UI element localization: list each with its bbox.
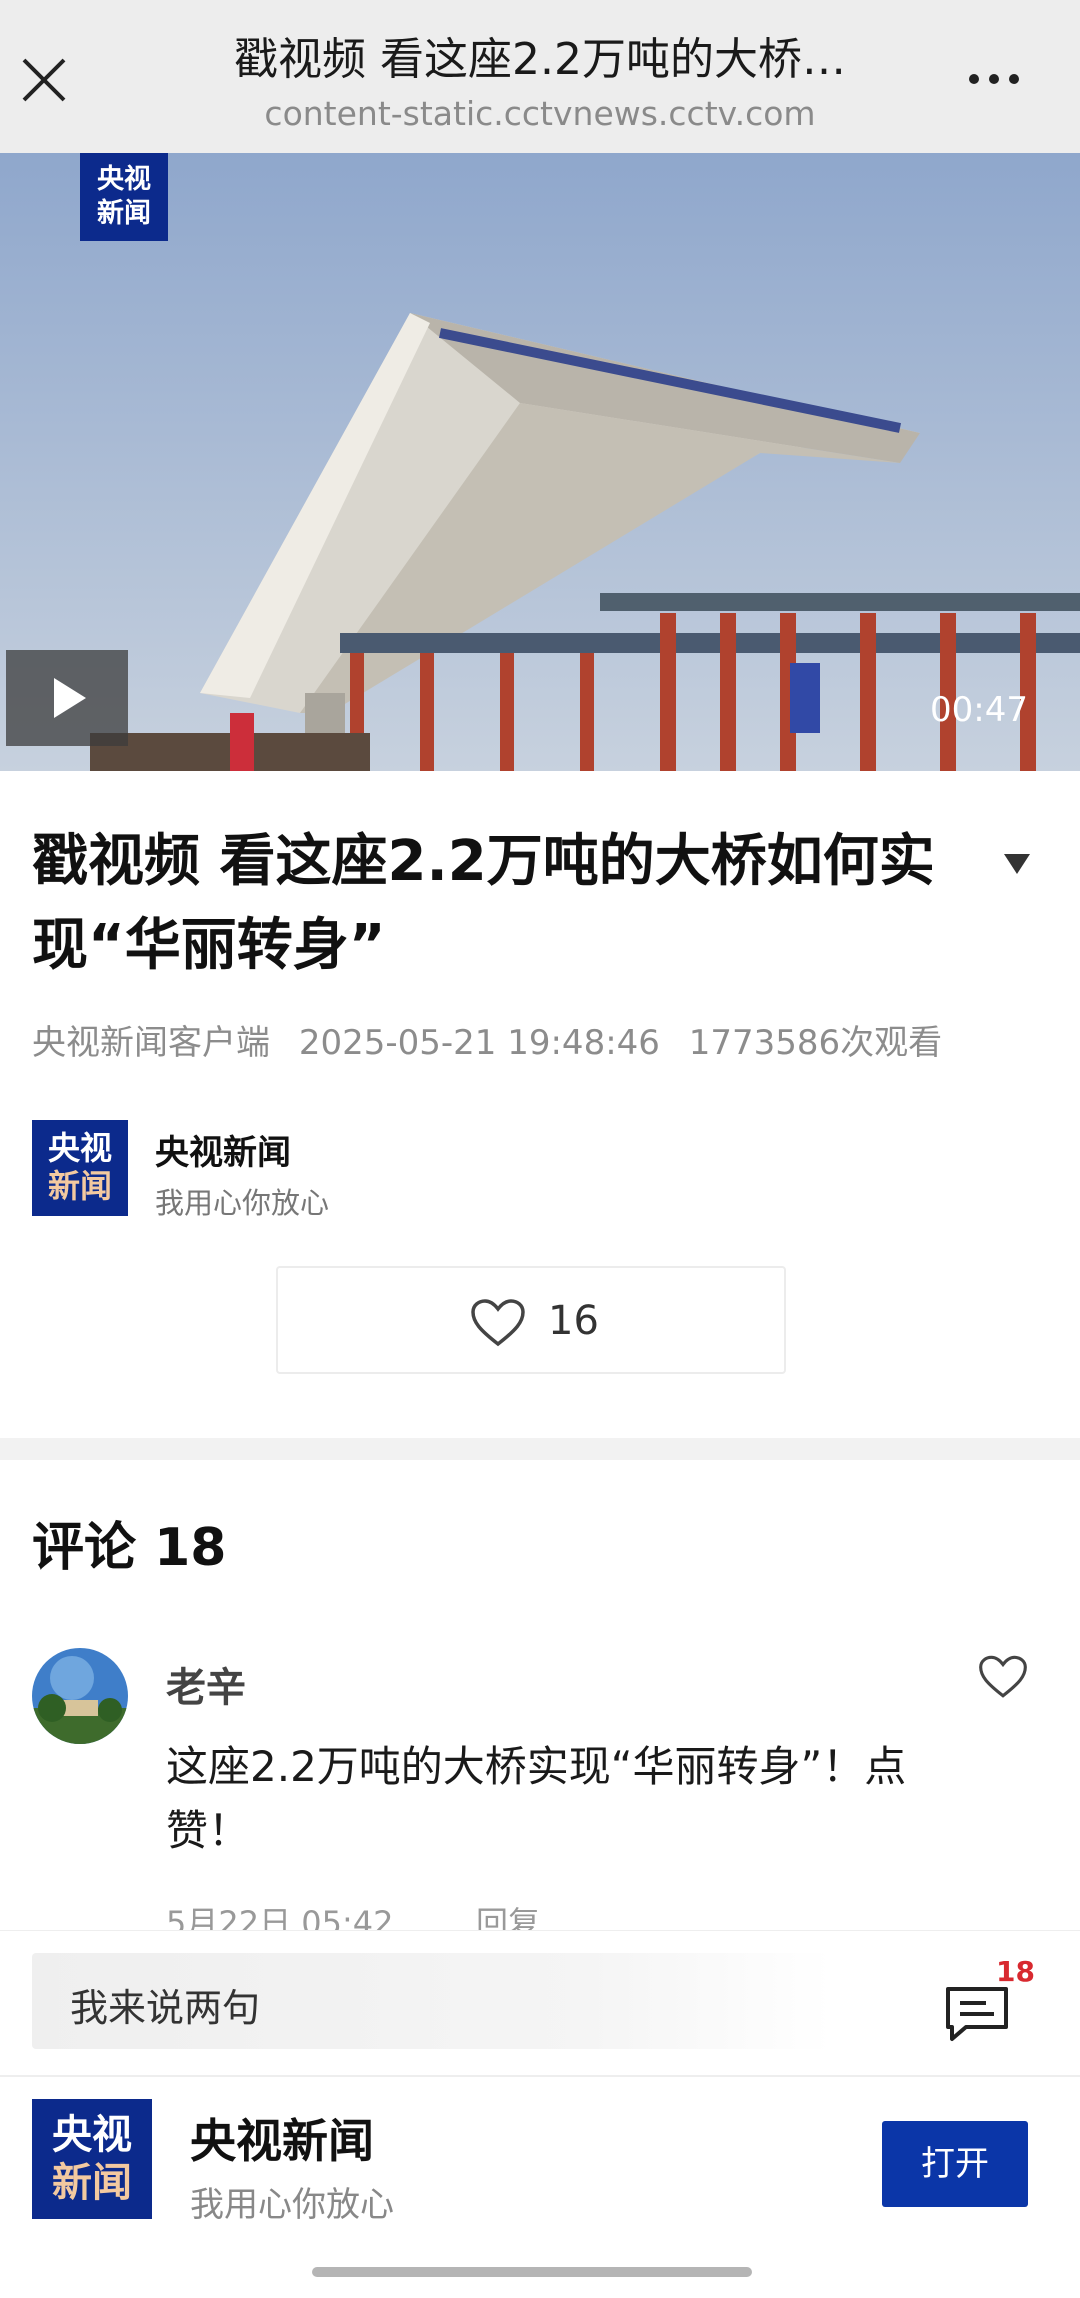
article-source: 央视新闻客户端 [32, 1023, 270, 1063]
open-app-button[interactable]: 打开 [882, 2121, 1028, 2207]
comment-icon[interactable] [944, 1985, 1010, 2043]
app-name: 央视新闻 [190, 2114, 374, 2168]
like-count: 16 [548, 1298, 599, 1344]
browser-top-bar: 戳视频 看这座2.2万吨的大桥… content-static.cctvnews… [0, 0, 1080, 153]
play-button[interactable] [6, 650, 128, 746]
commenter-name: 老辛 [166, 1665, 246, 1711]
app-logo-line2: 新闻 [52, 2160, 132, 2206]
comment-count-badge: 18 [996, 1955, 1035, 1988]
section-divider [0, 1438, 1080, 1460]
article-meta: 央视新闻客户端 2025-05-21 19:48:46 1773586次观看 [32, 1015, 960, 1064]
app-logo: 央视 新闻 [32, 2099, 152, 2219]
app-download-banner: 央视 新闻 央视新闻 我用心你放心 打开 [0, 2075, 1080, 2298]
app-slogan: 我用心你放心 [190, 2185, 394, 2225]
author-logo-line1: 央视 [47, 1129, 112, 1167]
article-title: 戳视频 看这座2.2万吨的大桥如何实现“华丽转身” [32, 829, 935, 978]
page-url: content-static.cctvnews.cctv.com [264, 94, 816, 133]
author-avatar[interactable]: 央视 新闻 [32, 1120, 128, 1216]
comment-input[interactable]: 我来说两句 [32, 1953, 832, 2049]
logo-text-line1: 央视 [97, 164, 151, 195]
app-logo-line1: 央视 [52, 2112, 132, 2158]
article-datetime: 2025-05-21 19:48:46 [298, 1023, 660, 1063]
commenter-avatar[interactable] [32, 1648, 128, 1744]
play-icon [54, 678, 86, 718]
author-slogan: 我用心你放心 [155, 1186, 330, 1220]
logo-text-line2: 新闻 [97, 198, 151, 229]
video-duration: 00:47 [930, 690, 1028, 730]
comment-input-placeholder: 我来说两句 [70, 1986, 261, 2030]
page-title-block: 戳视频 看这座2.2万吨的大桥… content-static.cctvnews… [120, 30, 960, 136]
article-views: 1773586次观看 [688, 1023, 943, 1063]
cctv-news-logo: 央视 新闻 [80, 153, 168, 241]
like-button[interactable]: 16 [276, 1266, 786, 1374]
more-icon[interactable] [958, 64, 1038, 94]
close-icon[interactable] [14, 50, 74, 110]
home-indicator[interactable] [312, 2267, 752, 2277]
page-title: 戳视频 看这座2.2万吨的大桥… [234, 34, 846, 85]
expand-triangle-icon[interactable] [1002, 852, 1032, 876]
author-logo-line2: 新闻 [47, 1167, 112, 1205]
comment-text: 这座2.2万吨的大桥实现“华丽转身”！点赞！ [166, 1742, 907, 1855]
video-player[interactable] [0, 153, 1080, 771]
heart-icon [470, 1298, 526, 1348]
author-name[interactable]: 央视新闻 [155, 1125, 291, 1174]
comment-input-bar: 我来说两句 18 [0, 1930, 1080, 2075]
comments-heading: 评论 18 [32, 1518, 227, 1578]
comment-heart-icon[interactable] [978, 1654, 1028, 1700]
